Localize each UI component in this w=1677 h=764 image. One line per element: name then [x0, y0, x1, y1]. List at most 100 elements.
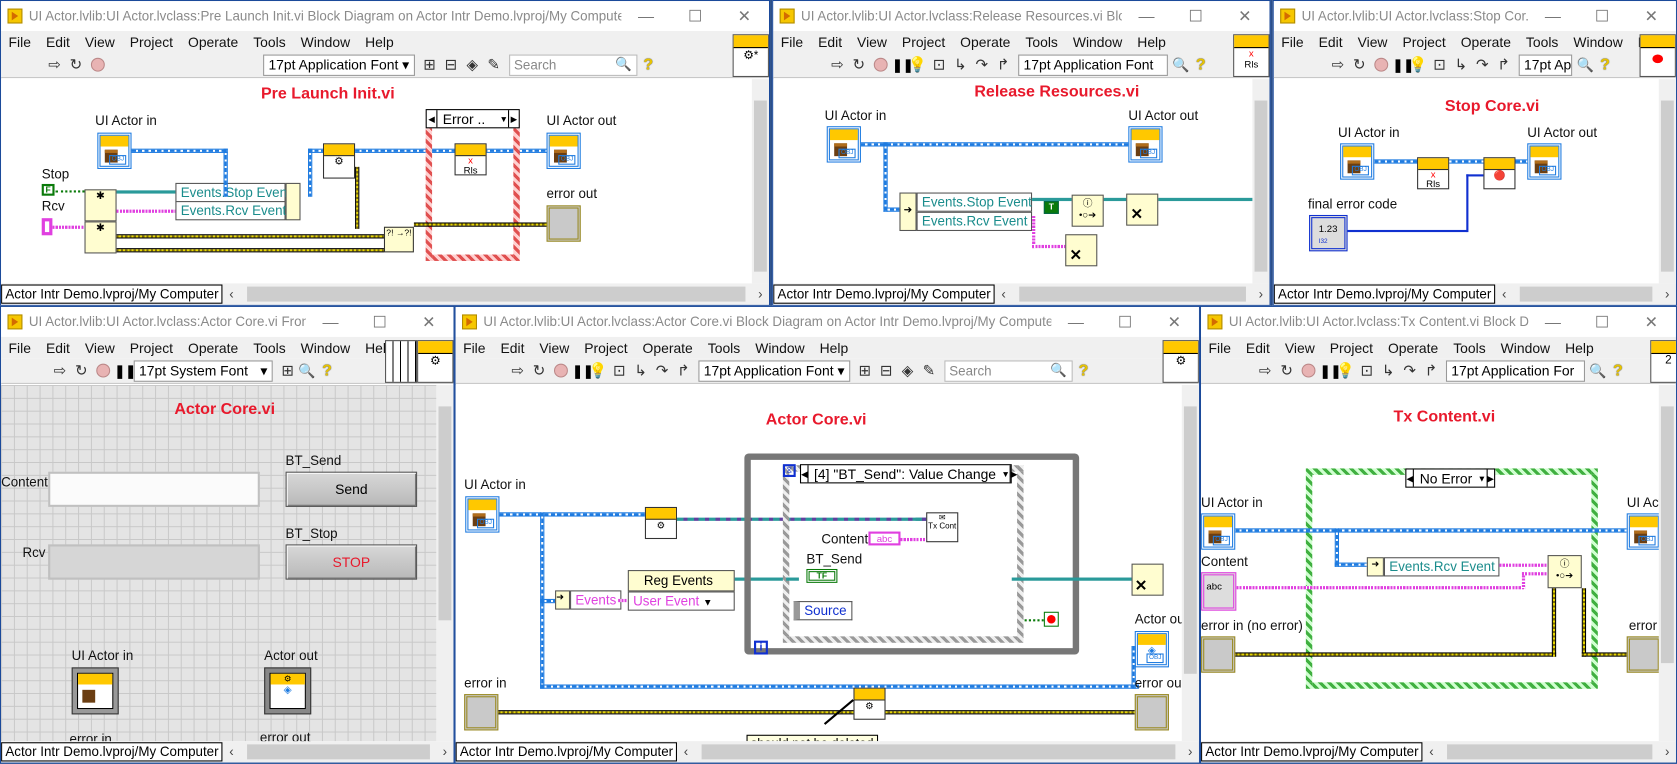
- close-button[interactable]: ✕: [1150, 312, 1199, 331]
- menu-file[interactable]: File: [456, 340, 493, 356]
- unbundle-stop-event[interactable]: Events.Stop Event: [916, 192, 1033, 212]
- menu-help[interactable]: Help: [358, 34, 402, 50]
- run-arrow-icon[interactable]: ⇨: [44, 56, 65, 74]
- vi-icon-new[interactable]: ⚙*: [732, 34, 769, 78]
- menu-tools[interactable]: Tools: [1518, 34, 1565, 50]
- bundle-events-node[interactable]: ➜: [555, 590, 571, 610]
- menu-tools[interactable]: Tools: [246, 340, 293, 356]
- true-constant[interactable]: T: [1043, 201, 1059, 214]
- ui-actor-in-terminal[interactable]: OBJ: [826, 126, 861, 163]
- bt-send-terminal[interactable]: TF: [806, 568, 838, 583]
- minimize-button[interactable]: —: [306, 313, 355, 331]
- scroll-right-icon[interactable]: ›: [1665, 287, 1669, 302]
- abort-icon[interactable]: [873, 57, 888, 72]
- event-data-source[interactable]: Source: [793, 601, 852, 621]
- close-button[interactable]: ✕: [1220, 6, 1269, 25]
- horizontal-scrollbar[interactable]: [1446, 744, 1653, 760]
- run-continuously-icon[interactable]: ↻: [528, 361, 549, 379]
- pause-icon[interactable]: ❚❚: [892, 57, 914, 72]
- unbundle-node[interactable]: ➜: [899, 192, 917, 232]
- abort-icon[interactable]: [1301, 363, 1316, 378]
- retain-wire-values-icon[interactable]: ⊡: [928, 56, 949, 74]
- send-button[interactable]: Send: [285, 471, 418, 507]
- case-selector[interactable]: ◀ No Error ▼ ▶: [1405, 468, 1496, 488]
- run-arrow-icon[interactable]: ⇨: [1255, 361, 1276, 379]
- maximize-button[interactable]: ☐: [1171, 6, 1220, 25]
- font-select[interactable]: 17pt Application Font ▾: [698, 359, 850, 382]
- menu-view[interactable]: View: [532, 340, 577, 356]
- generate-user-event-node[interactable]: ⓘ •○➔: [1547, 555, 1582, 589]
- block-diagram[interactable]: Actor Core.vi UI Actor in OBJ ⚙ ➜ Events…: [455, 385, 1199, 742]
- vertical-scrollbar[interactable]: [1658, 79, 1676, 284]
- maximize-button[interactable]: ☐: [671, 6, 720, 25]
- minimize-button[interactable]: —: [1528, 7, 1577, 25]
- scroll-left-icon[interactable]: ‹: [1429, 744, 1433, 759]
- run-arrow-icon[interactable]: ⇨: [507, 361, 528, 379]
- menu-file[interactable]: File: [1, 340, 38, 356]
- stop-core-parent-node[interactable]: 🔴: [1483, 157, 1516, 190]
- menu-edit[interactable]: Edit: [38, 34, 77, 50]
- minimize-button[interactable]: —: [621, 7, 670, 25]
- menu-operate[interactable]: Operate: [181, 340, 246, 356]
- distribute-icon[interactable]: ⊟: [440, 56, 461, 74]
- font-select[interactable]: 17pt Application Font ▾: [263, 54, 415, 76]
- event-case-selector[interactable]: ◀ [4] "BT_Send": Value Change ▼ ▶: [799, 464, 1018, 484]
- menu-help[interactable]: Help: [1130, 34, 1174, 50]
- minimize-button[interactable]: —: [1122, 7, 1171, 25]
- bundle-stop-event[interactable]: Events.Stop Event: [175, 182, 291, 203]
- vi-icon-rls[interactable]: x Rls: [1233, 34, 1270, 78]
- menu-edit[interactable]: Edit: [1311, 34, 1350, 50]
- search-icon[interactable]: 🔍: [1172, 56, 1189, 73]
- vi-icon-tx-content[interactable]: 2: [1650, 340, 1676, 383]
- create-user-event-rcv[interactable]: ✱: [84, 221, 117, 254]
- menu-file[interactable]: File: [1201, 340, 1238, 356]
- close-button[interactable]: ✕: [720, 6, 769, 25]
- project-path[interactable]: Actor Intr Demo.lvproj/My Computer: [773, 284, 996, 304]
- menu-help[interactable]: Help: [1558, 340, 1602, 356]
- stop-boolean-constant[interactable]: F: [41, 183, 55, 196]
- step-out-icon[interactable]: ↱: [1493, 56, 1514, 74]
- highlight-execution-icon[interactable]: 💡: [1407, 56, 1428, 74]
- events-cluster[interactable]: Events: [570, 590, 622, 610]
- search-input[interactable]: Search 🔍: [508, 54, 637, 76]
- cleanup-icon[interactable]: ✎: [918, 361, 939, 379]
- menu-project[interactable]: Project: [577, 340, 635, 356]
- menu-help[interactable]: Help: [812, 340, 856, 356]
- content-control-terminal[interactable]: abc: [1201, 572, 1237, 611]
- run-continuously-icon[interactable]: ↻: [65, 56, 86, 74]
- title-bar[interactable]: UI Actor.lvlib:UI Actor.lvclass:Release …: [773, 1, 1270, 32]
- menu-edit[interactable]: Edit: [811, 34, 850, 50]
- close-button[interactable]: ✕: [1627, 6, 1676, 25]
- ui-actor-out-terminal[interactable]: OBJ: [1527, 143, 1562, 180]
- scroll-right-icon[interactable]: ›: [1665, 744, 1669, 759]
- scroll-right-icon[interactable]: ›: [1259, 287, 1263, 302]
- title-bar[interactable]: UI Actor.lvlib:UI Actor.lvclass:Tx Conte…: [1201, 306, 1676, 337]
- step-over-icon[interactable]: ↷: [1399, 361, 1420, 379]
- step-into-icon[interactable]: ↳: [950, 56, 971, 74]
- release-node[interactable]: x Rls: [1417, 157, 1450, 190]
- scroll-right-icon[interactable]: ›: [758, 287, 762, 302]
- rcv-string-constant[interactable]: [41, 218, 53, 236]
- project-path[interactable]: Actor Intr Demo.lvproj/My Computer: [1, 284, 223, 304]
- horizontal-scrollbar[interactable]: [1018, 286, 1246, 302]
- menu-project[interactable]: Project: [1322, 340, 1380, 356]
- ui-actor-in-terminal[interactable]: OBJ: [97, 132, 132, 169]
- highlight-execution-icon[interactable]: 💡: [587, 361, 608, 379]
- font-select[interactable]: 17pt System Font ▾: [133, 359, 273, 382]
- block-diagram[interactable]: Stop Core.vi UI Actor in OBJ UI Actor ou…: [1273, 79, 1676, 284]
- pause-icon[interactable]: ❚❚: [572, 363, 594, 378]
- connector-pane[interactable]: [385, 340, 418, 383]
- step-into-icon[interactable]: ↳: [1378, 361, 1399, 379]
- maximize-button[interactable]: ☐: [355, 312, 404, 331]
- step-over-icon[interactable]: ↷: [1472, 56, 1493, 74]
- highlight-execution-icon[interactable]: 💡: [1335, 361, 1356, 379]
- menu-view[interactable]: View: [77, 34, 122, 50]
- scroll-left-icon[interactable]: ‹: [1502, 287, 1506, 302]
- create-user-event-stop[interactable]: ✱: [84, 189, 117, 222]
- content-input[interactable]: [48, 471, 260, 507]
- ui-actor-out-terminal[interactable]: OBJ: [1626, 513, 1661, 550]
- menu-window[interactable]: Window: [1065, 34, 1129, 50]
- maximize-button[interactable]: ☐: [1101, 312, 1150, 331]
- error-out-terminal[interactable]: [546, 205, 581, 242]
- abort-icon[interactable]: [554, 363, 568, 378]
